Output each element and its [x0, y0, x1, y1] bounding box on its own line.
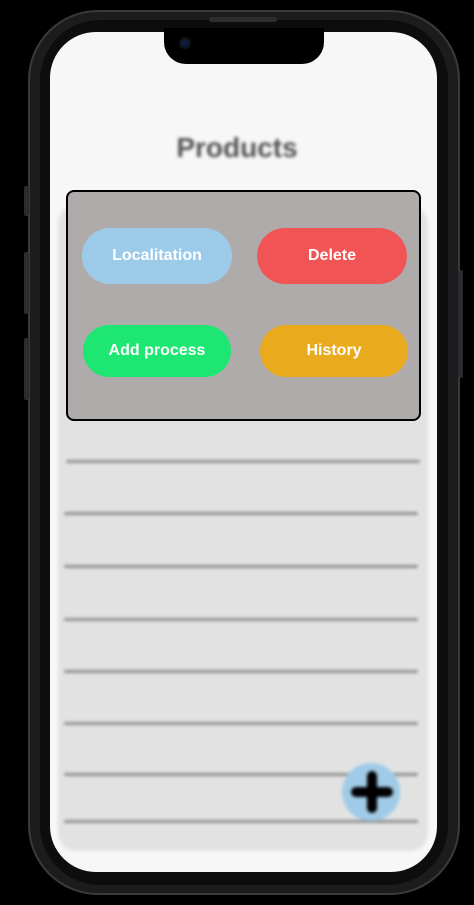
- list-divider: [64, 565, 418, 568]
- history-button[interactable]: History: [260, 325, 408, 377]
- mute-switch: [24, 186, 29, 216]
- plus-icon: [367, 771, 377, 813]
- localitation-button[interactable]: Localitation: [82, 228, 232, 284]
- speaker-grille: [209, 17, 277, 22]
- power-button: [458, 270, 463, 378]
- list-divider: [64, 618, 418, 621]
- volume-up-button: [24, 252, 29, 314]
- add-process-button[interactable]: Add process: [83, 325, 231, 377]
- delete-button[interactable]: Delete: [257, 228, 407, 284]
- list-divider: [64, 512, 418, 515]
- front-camera-icon: [179, 37, 191, 49]
- volume-down-button: [24, 338, 29, 400]
- product-actions-modal: Localitation Delete Add process History: [66, 190, 421, 421]
- list-divider: [64, 670, 418, 673]
- page-title: Products: [176, 132, 298, 163]
- list-divider: [66, 460, 420, 463]
- list-divider: [64, 722, 418, 725]
